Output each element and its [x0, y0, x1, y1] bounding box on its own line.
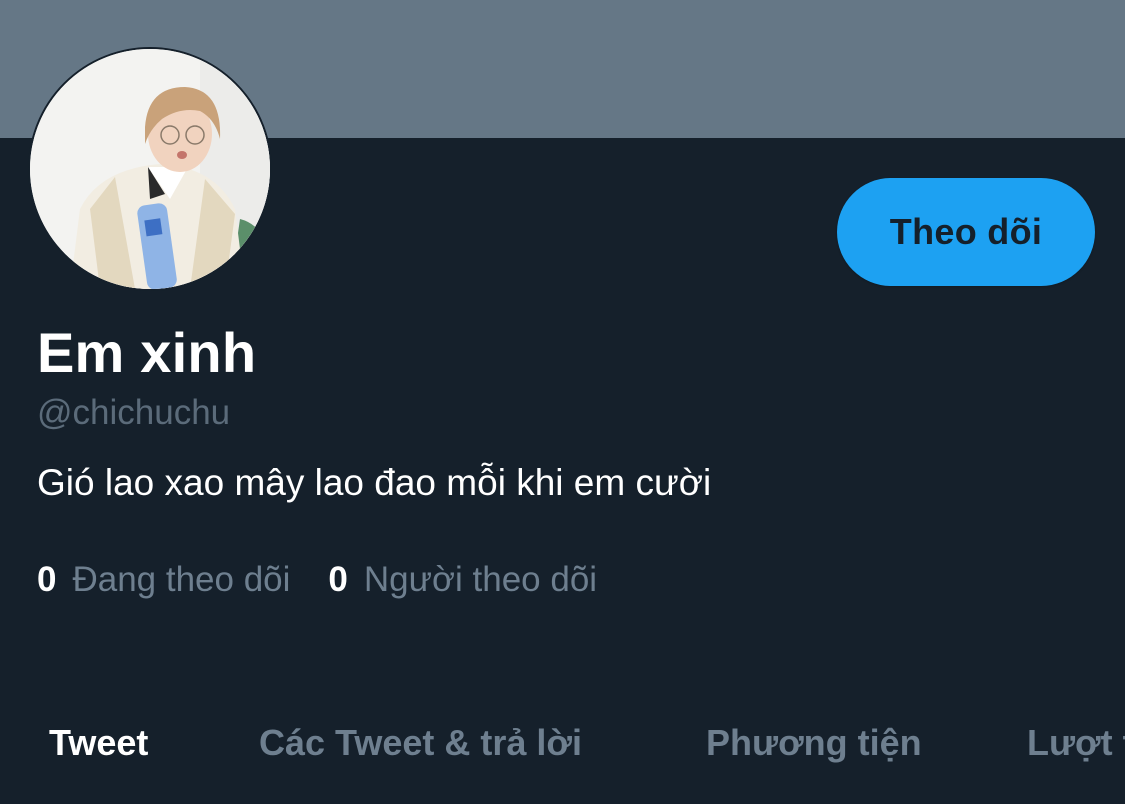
tab-likes[interactable]: Lượt thích	[1027, 718, 1125, 768]
avatar-photo	[30, 49, 270, 289]
following-label: Đang theo dõi	[72, 560, 291, 599]
tab-tweets-and-replies[interactable]: Các Tweet & trả lời	[259, 718, 582, 768]
avatar[interactable]	[28, 47, 272, 291]
tab-media[interactable]: Phương tiện	[706, 718, 922, 768]
following-count: 0	[37, 560, 57, 599]
followers-label: Người theo dõi	[363, 560, 598, 599]
user-handle: @chichuchu	[37, 393, 231, 432]
profile-tabs: Tweet Các Tweet & trả lời Phương tiện Lư…	[0, 700, 1125, 790]
follow-button[interactable]: Theo dõi	[837, 178, 1095, 286]
profile-bio: Gió lao xao mây lao đao mỗi khi em cười	[37, 462, 712, 503]
display-name: Em xinh	[37, 321, 257, 384]
profile-stats: 0 Đang theo dõi 0 Người theo dõi	[37, 558, 635, 602]
followers-count: 0	[328, 560, 348, 599]
followers-stat[interactable]: 0 Người theo dõi	[328, 558, 597, 602]
following-stat[interactable]: 0 Đang theo dõi	[37, 558, 290, 602]
tab-tweets[interactable]: Tweet	[49, 718, 148, 768]
